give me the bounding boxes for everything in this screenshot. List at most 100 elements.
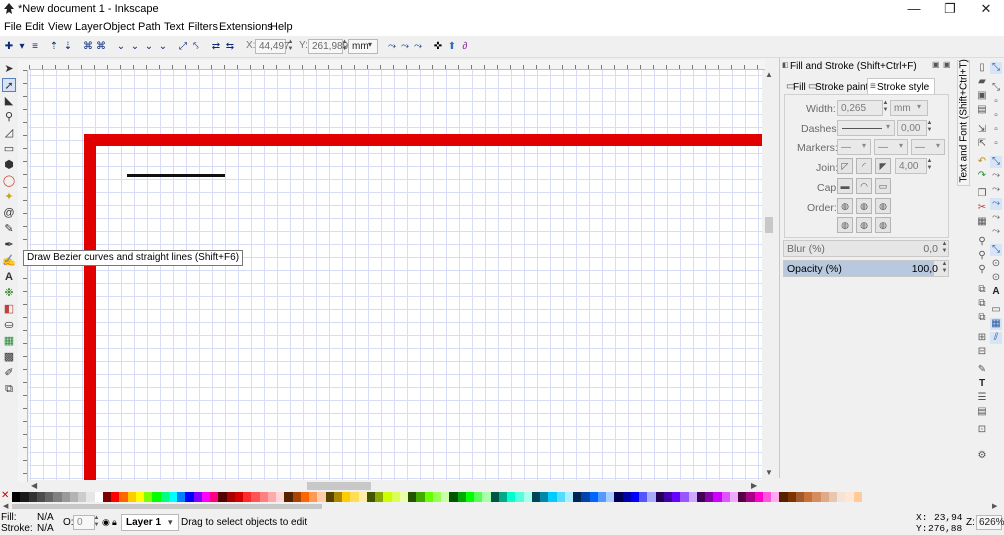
x-coordinate-input[interactable]: 44,497 (255, 39, 290, 54)
save-icon[interactable]: ▣ (976, 90, 988, 102)
width-spin-icon[interactable]: ▲ ▼ (882, 100, 889, 115)
palette-scroll-right-icon[interactable]: ▶ (992, 502, 997, 510)
order-fill-stroke-markers-icon[interactable]: ◍ (837, 198, 853, 214)
open-icon[interactable]: ▰ (976, 76, 988, 88)
object-to-path-icon[interactable]: ⇄ (210, 41, 222, 53)
join-nodes-icon[interactable]: ⇡ (48, 41, 60, 53)
delete-node-icon[interactable]: ≡ (29, 41, 41, 53)
fill-indicator-value[interactable]: N/A (37, 512, 54, 523)
color-swatch[interactable] (853, 492, 863, 502)
insert-node-menu-icon[interactable]: ▾ (16, 41, 28, 53)
group-icon[interactable]: ⊞ (976, 332, 988, 344)
color-palette[interactable]: ✕ (0, 490, 1004, 502)
node-smooth-icon[interactable]: ⌄ (129, 41, 141, 53)
palette-scroll-thumb[interactable] (12, 504, 322, 509)
import-icon[interactable]: ⇲ (976, 124, 988, 136)
blur-spin-icon[interactable]: ▲ ▼ (941, 241, 948, 256)
order-stroke-fill-markers-icon[interactable]: ◍ (856, 198, 872, 214)
connector-tool-icon[interactable]: ⧉ (2, 382, 16, 396)
menu-object[interactable]: Object (103, 21, 135, 33)
clone-icon[interactable]: ⧉ (976, 298, 988, 310)
y-coordinate-input[interactable]: 261,989 (308, 39, 348, 54)
layer-lock-icon[interactable]: 🔒︎ (112, 517, 117, 528)
snap-guide-icon[interactable]: ⫽ (990, 332, 1002, 344)
new-document-icon[interactable]: ▯ (976, 62, 988, 74)
spiral-tool-icon[interactable]: @ (2, 206, 16, 220)
mid-marker-dropdown-icon[interactable]: ▾ (899, 141, 903, 150)
blur-slider[interactable]: Blur (%) 0,0 ▲ ▼ (783, 240, 949, 257)
layer-select[interactable]: Layer 1 ▾ (121, 514, 179, 531)
y-spin-icon[interactable]: ▲ ▼ (341, 39, 348, 54)
undo-icon[interactable]: ↶ (976, 156, 988, 168)
scroll-up-icon[interactable]: ▲ (765, 70, 773, 79)
fill-stroke-dialog-icon[interactable]: ✎ (976, 364, 988, 376)
cap-round-icon[interactable]: ◠ (856, 178, 872, 194)
maximize-button[interactable]: ❐ (932, 0, 968, 19)
join-miter-icon[interactable]: ◸ (837, 158, 853, 174)
insert-node-icon[interactable]: ✚ (3, 41, 15, 53)
node-symmetric-icon[interactable]: ⌄ (143, 41, 155, 53)
snap-bbox-midpoint-icon[interactable]: ▫ (990, 124, 1002, 136)
break-path-icon[interactable]: ⇣ (62, 41, 74, 53)
horizontal-scrollbar[interactable]: ◀ ▶ (29, 480, 762, 492)
dash-offset-spin-icon[interactable]: ▲ ▼ (926, 120, 933, 135)
close-button[interactable]: ✕ (968, 0, 1004, 19)
preferences-icon[interactable]: ⚙ (976, 450, 988, 462)
menu-file[interactable]: File (4, 21, 22, 33)
text-dialog-icon[interactable]: T (976, 378, 988, 390)
measure-tool-icon[interactable]: ◿ (2, 126, 16, 140)
snap-rotation-center-icon[interactable]: ⊙ (990, 272, 1002, 284)
rectangle-tool-icon[interactable]: ▭ (2, 142, 16, 156)
snap-bbox-center-icon[interactable]: ▫ (990, 138, 1002, 150)
zoom-drawing-icon[interactable]: ⚲ (976, 250, 988, 262)
width-unit-select[interactable]: mm (890, 100, 928, 116)
3d-box-tool-icon[interactable]: ⬢ (2, 158, 16, 172)
no-paint-swatch-icon[interactable]: ✕ (1, 490, 9, 501)
snap-grid-icon[interactable]: ▦ (990, 318, 1002, 330)
scroll-left-icon[interactable]: ◀ (31, 481, 37, 490)
menu-extensions[interactable]: Extensions (219, 21, 273, 33)
tweak-tool-icon[interactable]: ◣ (2, 94, 16, 108)
black-line-path[interactable] (127, 174, 225, 177)
drawing-canvas[interactable] (29, 70, 762, 480)
end-marker-dropdown-icon[interactable]: ▾ (936, 141, 940, 150)
segment-curve-icon[interactable]: ⤣ (190, 41, 202, 53)
vertical-scroll-thumb[interactable] (765, 217, 773, 233)
layer-dropdown-icon[interactable]: ▾ (168, 517, 173, 528)
ellipse-tool-icon[interactable]: ◯ (2, 174, 16, 188)
snap-paths-icon[interactable]: ⤳ (990, 170, 1002, 182)
eraser-tool-icon[interactable]: ◧ (2, 302, 16, 316)
delete-segment-icon[interactable]: ⌘ (95, 41, 107, 53)
zoom-input[interactable]: 626% (976, 515, 1004, 530)
text-tool-icon[interactable]: A (2, 270, 16, 284)
unit-dropdown-icon[interactable]: ▾ (917, 102, 921, 111)
opacity-spin-icon[interactable]: ▲ ▼ (941, 261, 948, 276)
node-auto-icon[interactable]: ⌄ (157, 41, 169, 53)
dash-dropdown-icon[interactable]: ▾ (886, 122, 890, 131)
x-spin-icon[interactable]: ▲ ▼ (287, 39, 294, 54)
show-outline-icon[interactable]: ⤳ (412, 41, 424, 53)
stroke-indicator-value[interactable]: N/A (37, 523, 54, 534)
snap-smooth-icon[interactable]: ⤳ (990, 212, 1002, 224)
join-segment-icon[interactable]: ⌘ (82, 41, 94, 53)
vertical-scrollbar[interactable]: ▲ ▼ (762, 70, 776, 480)
snap-bbox-corner-icon[interactable]: ▫ (990, 110, 1002, 122)
layer-visibility-icon[interactable]: ◉ (102, 517, 110, 528)
snap-nodes-icon[interactable]: ⬆ (446, 41, 458, 53)
palette-scroll-left-icon[interactable]: ◀ (3, 502, 8, 510)
copy-icon[interactable]: ❐ (976, 188, 988, 200)
menu-path[interactable]: Path (138, 21, 161, 33)
pen-tool-icon[interactable]: ✒ (2, 238, 16, 252)
print-icon[interactable]: ▤ (976, 104, 988, 116)
opacity-o-input[interactable]: 0 (73, 515, 95, 530)
snap-bbox-icon[interactable]: ⤡ (990, 82, 1002, 94)
cap-butt-icon[interactable]: ▬ (837, 178, 853, 194)
zoom-page-icon[interactable]: ⚲ (976, 264, 988, 276)
spray-tool-icon[interactable]: ❉ (2, 286, 16, 300)
snap-text-baseline-icon[interactable]: A (990, 286, 1002, 298)
star-tool-icon[interactable]: ✦ (2, 190, 16, 204)
redo-icon[interactable]: ↷ (976, 170, 988, 182)
snap-enable-icon[interactable]: ⤡ (990, 62, 1002, 74)
align-distribute-icon[interactable]: ⊡ (976, 424, 988, 436)
tab-stroke-paint[interactable]: Stroke paint (815, 82, 868, 93)
